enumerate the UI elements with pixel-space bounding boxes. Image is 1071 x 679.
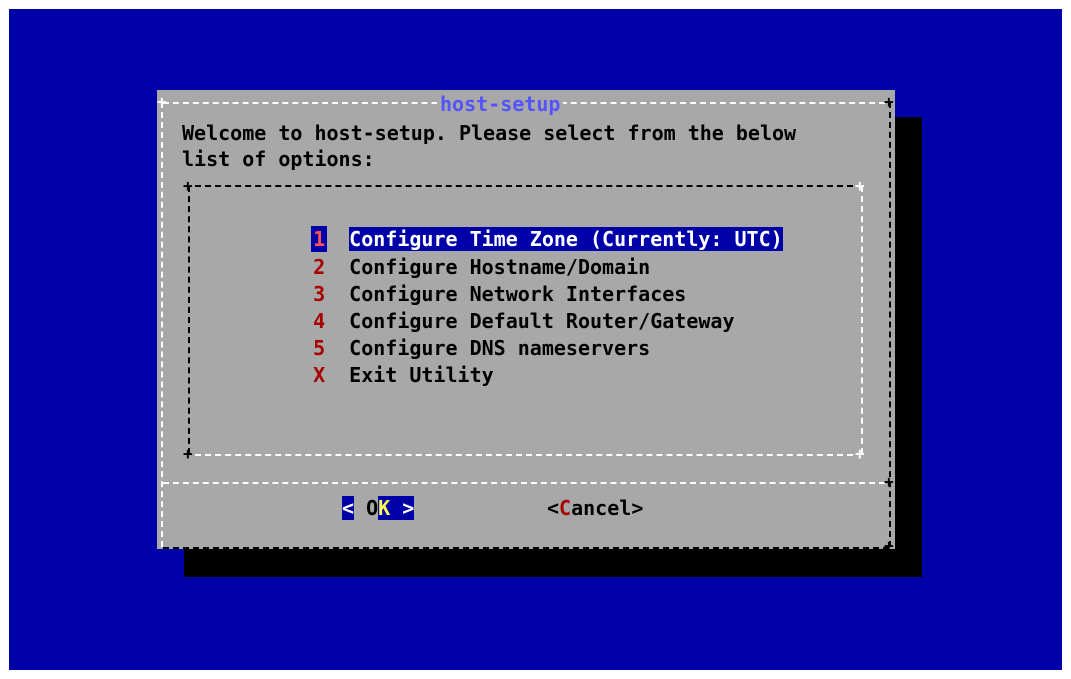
ok-button[interactable]: < OK > [342, 495, 415, 521]
menu-corner-br: + [855, 444, 865, 463]
menu-corner-tr: + [855, 176, 865, 195]
dialog-border-bottom [163, 547, 889, 549]
menu-item-network-interfaces[interactable]: 3 Configure Network Interfaces [263, 255, 686, 306]
corner-top-right: + [884, 92, 894, 111]
menu-item-default-router[interactable]: 4 Configure Default Router/Gateway [263, 282, 734, 333]
menu-border-top [195, 185, 853, 187]
menu-border-bottom [195, 454, 853, 456]
prompt-line-2: list of options: [182, 147, 375, 171]
menu-item-timezone[interactable]: 1 Configure Time Zone (Currently: UTC) [263, 200, 783, 252]
separator-corner-right: + [884, 472, 894, 491]
cancel-button[interactable]: <Cancel> [547, 495, 643, 521]
cancel-hotkey: C [559, 496, 572, 520]
menu-item-exit[interactable]: X Exit Utility [263, 336, 494, 387]
ok-label-o: O [354, 496, 379, 520]
ok-bracket-right: > [390, 496, 415, 520]
menu-item-tag: X [313, 363, 326, 387]
button-separator [163, 482, 885, 484]
host-setup-dialog: + + + host-setup Welcome to host-setup. … [157, 90, 895, 554]
menu-item-label: Exit Utility [349, 363, 494, 387]
prompt-line-1: Welcome to host-setup. Please select fro… [182, 121, 797, 145]
cancel-bracket-right: > [631, 496, 644, 520]
menu-corner-bl: + [183, 444, 193, 463]
menu-item-hostname[interactable]: 2 Configure Hostname/Domain [263, 228, 650, 279]
menu-border-right [861, 186, 863, 454]
dialog-title: host-setup [437, 93, 564, 115]
cancel-label-rest: ancel [571, 496, 632, 520]
cancel-bracket-left: < [547, 496, 560, 520]
ok-hotkey: K [378, 496, 391, 520]
menu-item-dns[interactable]: 5 Configure DNS nameservers [263, 309, 650, 360]
ok-bracket-left: < [342, 496, 355, 520]
corner-top-left: + [157, 92, 167, 111]
menu-corner-tl: + [183, 176, 193, 195]
menu-border-left [188, 186, 190, 454]
corner-bottom-right: + [884, 536, 894, 555]
dialog-border-left [161, 102, 163, 547]
